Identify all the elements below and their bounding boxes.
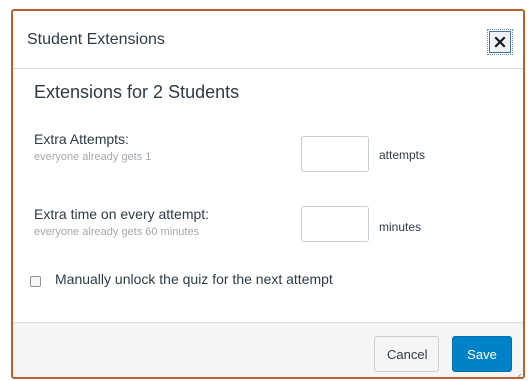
close-icon	[494, 36, 506, 48]
student-extensions-dialog: Student Extensions Extensions for 2 Stud…	[11, 9, 525, 379]
extra-time-input[interactable]	[301, 206, 369, 242]
extra-attempts-unit: attempts	[379, 148, 426, 162]
unlock-quiz-label[interactable]: Manually unlock the quiz for the next at…	[55, 271, 333, 287]
extra-time-hint: everyone already gets 60 minutes	[34, 226, 200, 238]
save-button[interactable]: Save	[452, 336, 512, 372]
resize-grip-icon[interactable]	[512, 368, 522, 377]
dialog-footer: Cancel Save	[13, 322, 523, 377]
dialog-body: Extensions for 2 Students Extra Attempts…	[13, 69, 523, 322]
close-button[interactable]	[487, 29, 513, 55]
dialog-title: Student Extensions	[27, 31, 165, 48]
extra-attempts-input[interactable]	[301, 136, 369, 172]
extensions-heading: Extensions for 2 Students	[34, 82, 240, 102]
extra-time-label: Extra time on every attempt:	[34, 206, 210, 222]
extra-attempts-label: Extra Attempts:	[34, 131, 129, 147]
extra-attempts-hint: everyone already gets 1	[34, 151, 152, 163]
dialog-titlebar: Student Extensions	[13, 11, 523, 69]
extra-time-unit: minutes	[379, 220, 422, 234]
unlock-quiz-checkbox[interactable]	[30, 276, 41, 287]
cancel-button[interactable]: Cancel	[374, 336, 439, 372]
